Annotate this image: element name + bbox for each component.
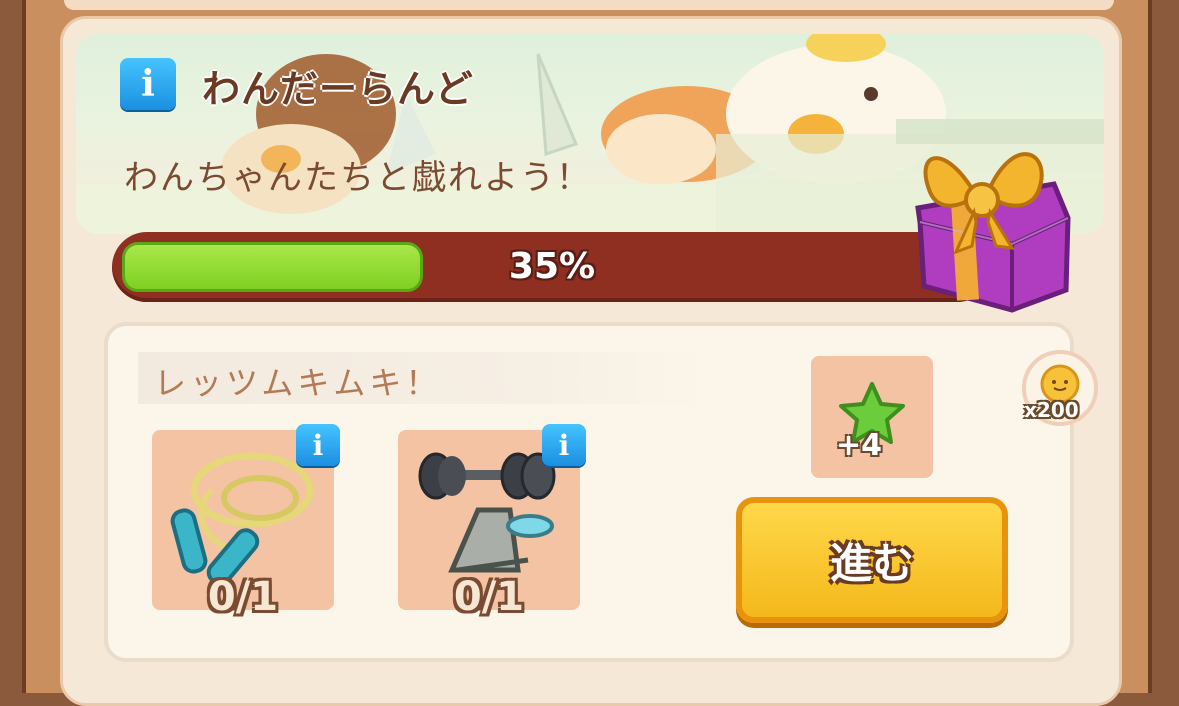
coin-count: x200: [1024, 398, 1079, 422]
event-info-icon[interactable]: i: [120, 58, 176, 110]
reward-count: +4: [836, 428, 883, 463]
jump-rope-info-icon[interactable]: i: [296, 424, 340, 466]
mission-title: レッツムキムキ！: [154, 364, 442, 402]
top-divider: [64, 0, 1114, 10]
progress-bar: 35%: [112, 232, 992, 302]
event-title: わんだーらんど: [202, 67, 474, 111]
jump-rope-count: 0/1: [207, 574, 279, 620]
event-subtitle: わんちゃんたちと戯れよう！: [124, 158, 592, 198]
progress-label: 35%: [508, 246, 596, 287]
gift-box-icon[interactable]: [904, 122, 1080, 318]
go-button[interactable]: 進む: [736, 497, 1008, 623]
dumbbell-bench-count: 0/1: [453, 574, 525, 620]
dumbbell-bench-info-icon[interactable]: i: [542, 424, 586, 466]
